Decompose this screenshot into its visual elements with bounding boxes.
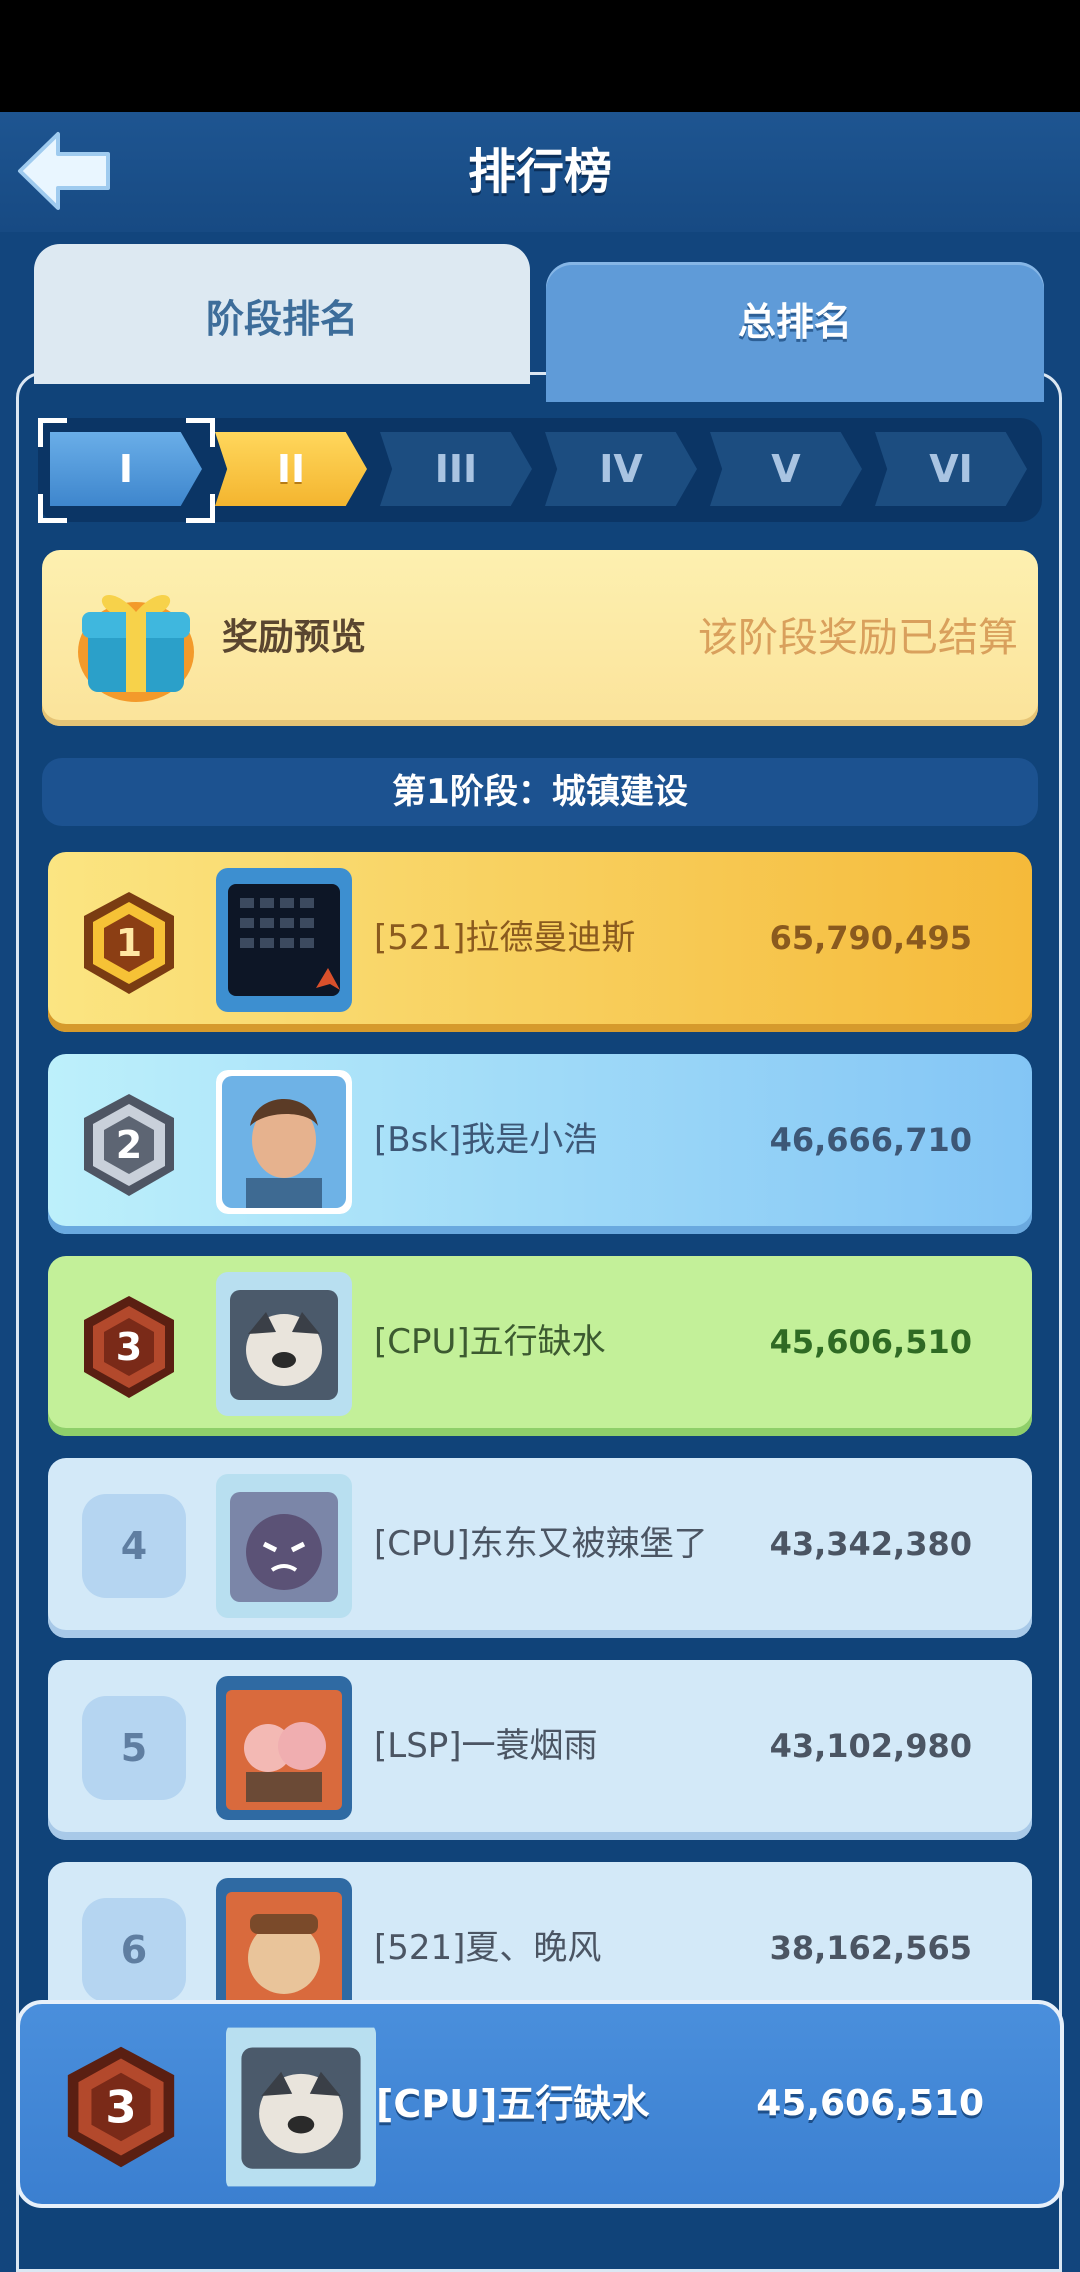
avatar [226,2027,376,2187]
svg-text:3: 3 [105,2080,136,2133]
avatar [216,1474,352,1618]
rank-number: 6 [82,1898,186,2002]
leaderboard-row-3[interactable]: 3 [CPU]五行缺水 45,606,510 [48,1256,1032,1436]
rank-3-medal-icon: 3 [84,1296,174,1398]
avatar [216,1676,352,1820]
player-score: 46,666,710 [769,1121,972,1159]
rank-3-medal-icon: 3 [67,2046,175,2168]
stage-tab-6[interactable]: VI [875,432,1027,506]
rank-number: 5 [82,1696,186,1800]
gift-box-icon [78,594,194,702]
phase-title: 第1阶段：城镇建设 [42,758,1038,826]
selection-bracket [186,418,215,447]
selection-bracket [38,418,67,447]
stage-tab-4[interactable]: IV [545,432,697,506]
svg-text:2: 2 [116,1123,142,1167]
leaderboard-row-2[interactable]: 2 [Bsk]我是小浩 46,666,710 [48,1054,1032,1234]
player-name: [CPU]五行缺水 [376,2082,650,2126]
page-title: 排行榜 [467,144,612,200]
tab-stage-ranking[interactable]: 阶段排名 [34,244,530,384]
player-name: [CPU]东东又被辣堡了 [374,1524,708,1564]
rank-number: 4 [82,1494,186,1598]
player-score: 43,342,380 [769,1525,972,1563]
svg-text:3: 3 [116,1325,142,1369]
player-name: [Bsk]我是小浩 [374,1120,598,1160]
leaderboard-row-1[interactable]: 1 [521]拉德曼迪斯 65,790,495 [48,852,1032,1032]
player-score: 45,606,510 [769,1323,972,1361]
reward-preview[interactable]: 奖励预览 该阶段奖励已结算 [42,550,1038,726]
stage-tab-5[interactable]: V [710,432,862,506]
tab-total-ranking[interactable]: 总排名 [546,262,1044,402]
rank-1-medal-icon: 1 [84,892,174,994]
leaderboard-row-4[interactable]: 4 [CPU]东东又被辣堡了 43,342,380 [48,1458,1032,1638]
svg-text:1: 1 [116,921,142,965]
rank-2-medal-icon: 2 [84,1094,174,1196]
reward-preview-label: 奖励预览 [222,617,367,658]
stage-tab-2[interactable]: II [215,432,367,506]
avatar [216,1272,352,1416]
selection-bracket [38,494,67,523]
leaderboard-row-5[interactable]: 5 [LSP]一蓑烟雨 43,102,980 [48,1660,1032,1840]
header: 排行榜 [0,112,1080,232]
player-score: 65,790,495 [769,919,972,957]
reward-status-text: 该阶段奖励已结算 [698,615,1018,661]
player-score: 45,606,510 [756,2083,984,2124]
status-bar [0,0,1080,112]
player-score: 43,102,980 [769,1727,972,1765]
selection-bracket [186,494,215,523]
stage-tab-3[interactable]: III [380,432,532,506]
avatar [216,868,352,1012]
avatar [216,1070,352,1214]
stage-tab-1[interactable]: I [50,432,202,506]
player-name: [521]拉德曼迪斯 [374,918,636,958]
player-name: [LSP]一蓑烟雨 [374,1726,598,1766]
my-rank-row[interactable]: 3 [CPU]五行缺水 45,606,510 [16,2000,1064,2208]
player-name: [CPU]五行缺水 [374,1322,606,1362]
